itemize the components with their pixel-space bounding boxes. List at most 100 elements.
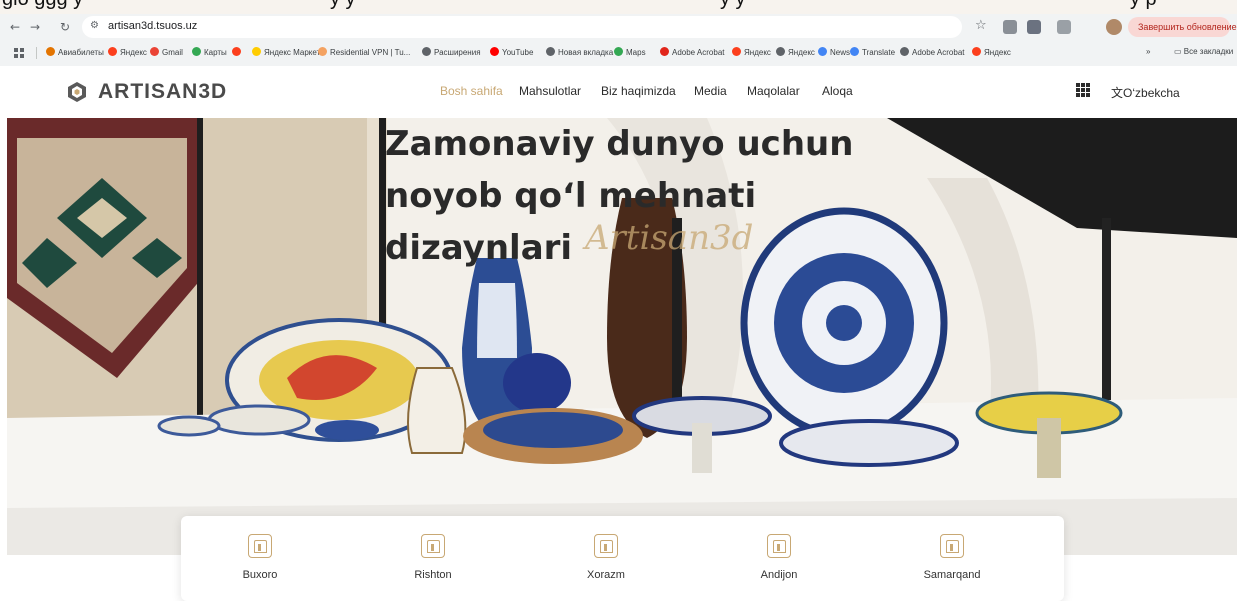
region-samarqand[interactable]: Samarqand <box>892 534 1012 581</box>
nav-about[interactable]: Biz haqimizda <box>601 84 676 98</box>
bookmark-label: Карты <box>204 48 227 57</box>
cropped-text-fragment: y p <box>1130 0 1157 11</box>
building-icon <box>940 534 964 558</box>
back-icon[interactable]: ← <box>6 18 24 36</box>
forward-icon[interactable]: → <box>26 18 44 36</box>
bookmark-item[interactable]: News <box>818 47 850 57</box>
logo-icon[interactable] <box>66 81 88 103</box>
bookmark-label: Adobe Acrobat <box>672 48 725 57</box>
bookmark-label: Авиабилеты <box>58 48 104 57</box>
bookmark-item[interactable] <box>232 47 244 57</box>
region-rishton[interactable]: Rishton <box>373 534 493 581</box>
bookmark-item[interactable]: Яндекс <box>776 47 815 57</box>
nav-articles[interactable]: Maqolalar <box>747 84 800 98</box>
bookmark-favicon-icon <box>252 47 261 56</box>
bookmark-item[interactable]: Translate <box>850 47 895 57</box>
profile-avatar[interactable] <box>1106 19 1122 35</box>
region-buxoro[interactable]: Buxoro <box>200 534 320 581</box>
bookmark-label: Maps <box>626 48 646 57</box>
bookmark-item[interactable]: Яндекс Маркет <box>252 47 320 57</box>
extensions-puzzle-icon[interactable] <box>1027 20 1041 34</box>
regions-card: Buxoro Rishton Xorazm Andijon Samarqand <box>181 516 1064 601</box>
bookmark-label: Яндекс <box>788 48 815 57</box>
language-label: O‘zbekcha <box>1123 86 1180 100</box>
bookmark-favicon-icon <box>490 47 499 56</box>
bookmark-label: Яндекс Маркет <box>264 48 321 57</box>
translate-icon: 文 <box>1111 86 1124 100</box>
bookmark-label: Translate <box>862 48 896 57</box>
nav-home[interactable]: Bosh sahifa <box>440 84 503 98</box>
all-bookmarks-label: Все закладки <box>1183 47 1234 56</box>
all-bookmarks-folder[interactable]: ▭ Все закладки <box>1174 47 1233 56</box>
bookmark-favicon-icon <box>900 47 909 56</box>
apps-grid-icon[interactable] <box>1076 83 1090 97</box>
site-settings-icon[interactable]: ⚙ <box>90 20 99 31</box>
cropped-text-fragment: y y <box>720 0 746 11</box>
hero-script-signature: Artisan3d <box>585 218 754 258</box>
hero-banner: Zamonaviy dunyo uchun noyob qo‘l mehnati… <box>7 118 1237 555</box>
bookmark-label: Residential VPN | Tu... <box>330 48 411 57</box>
bookmark-item[interactable]: Авиабилеты <box>46 47 104 57</box>
region-label: Samarqand <box>923 569 981 581</box>
reading-list-icon[interactable] <box>1057 20 1071 34</box>
bookmark-item[interactable]: Яндекс <box>732 47 771 57</box>
region-label: Buxoro <box>242 569 278 581</box>
bookmark-favicon-icon <box>46 47 55 56</box>
cropped-text-strip: glo ggg y y y y y y p <box>0 0 1237 14</box>
region-xorazm[interactable]: Xorazm <box>546 534 666 581</box>
bookmark-favicon-icon <box>732 47 741 56</box>
bookmark-label: Яндекс <box>744 48 771 57</box>
bookmark-item[interactable]: Residential VPN | Tu... <box>318 47 410 57</box>
hero-title-line: Zamonaviy dunyo uchun <box>385 124 854 164</box>
bookmark-favicon-icon <box>850 47 859 56</box>
nav-contact[interactable]: Aloqa <box>822 84 853 98</box>
region-label: Rishton <box>414 569 452 581</box>
nav-media[interactable]: Media <box>694 84 727 98</box>
building-icon <box>594 534 618 558</box>
bookmark-label: Gmail <box>162 48 183 57</box>
bookmark-item[interactable]: Adobe Acrobat <box>660 47 724 57</box>
bookmark-favicon-icon <box>192 47 201 56</box>
update-browser-button[interactable]: Завершить обновление <box>1128 17 1237 37</box>
bookmark-star-icon[interactable]: ☆ <box>975 18 987 33</box>
apps-grid-icon[interactable] <box>14 48 24 58</box>
bookmark-item[interactable]: Расширения <box>422 47 481 57</box>
hero-title-line: noyob qo‘l mehnati <box>385 176 757 216</box>
site-header: ARTISAN3D Bosh sahifa Mahsulotlar Biz ha… <box>0 66 1237 118</box>
bookmark-favicon-icon <box>776 47 785 56</box>
bookmark-label: Расширения <box>434 48 481 57</box>
bookmark-item[interactable]: Яндекс <box>972 47 1011 57</box>
bookmark-favicon-icon <box>108 47 117 56</box>
bookmark-item[interactable]: Карты <box>192 47 227 57</box>
bookmark-favicon-icon <box>614 47 623 56</box>
bookmark-favicon-icon <box>660 47 669 56</box>
extension-icon[interactable] <box>1003 20 1017 34</box>
bookmark-item[interactable]: Gmail <box>150 47 183 57</box>
address-bar[interactable]: ⚙ artisan3d.tsuos.uz <box>82 16 962 38</box>
language-selector[interactable]: 文O‘zbekcha <box>1111 84 1180 101</box>
bookmark-item[interactable]: Яндекс <box>108 47 147 57</box>
bookmark-label: Новая вкладка <box>558 48 614 57</box>
bookmark-item[interactable]: Maps <box>614 47 646 57</box>
bookmark-favicon-icon <box>818 47 827 56</box>
region-label: Xorazm <box>587 569 625 581</box>
more-bookmarks-button[interactable]: » <box>1146 47 1150 56</box>
bookmarks-divider <box>36 47 37 59</box>
bookmark-favicon-icon <box>232 47 241 56</box>
bookmark-label: Яндекс <box>984 48 1011 57</box>
reload-icon[interactable]: ↻ <box>56 18 74 36</box>
bookmark-item[interactable]: Новая вкладка <box>546 47 613 57</box>
bookmark-favicon-icon <box>546 47 555 56</box>
region-andijon[interactable]: Andijon <box>719 534 839 581</box>
bookmark-item[interactable]: YouTube <box>490 47 533 57</box>
bookmark-favicon-icon <box>318 47 327 56</box>
region-label: Andijon <box>760 569 798 581</box>
bookmark-label: Яндекс <box>120 48 147 57</box>
site-logo-text[interactable]: ARTISAN3D <box>98 80 227 104</box>
url-text: artisan3d.tsuos.uz <box>108 20 198 32</box>
bookmark-label: Adobe Acrobat <box>912 48 965 57</box>
bookmark-item[interactable]: Adobe Acrobat <box>900 47 964 57</box>
bookmark-favicon-icon <box>972 47 981 56</box>
nav-products[interactable]: Mahsulotlar <box>519 84 581 98</box>
cropped-text-fragment: glo ggg y <box>2 0 83 11</box>
